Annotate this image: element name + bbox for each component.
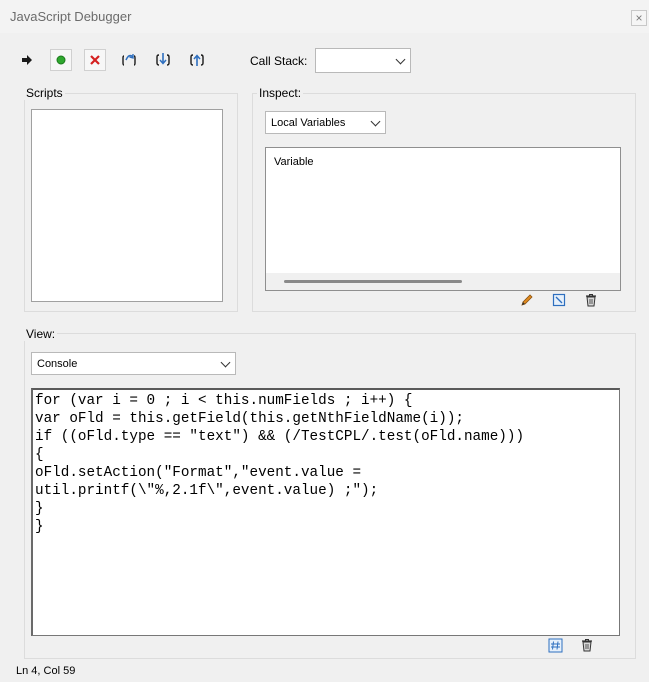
inspect-label: Inspect: (257, 86, 304, 100)
scripts-list[interactable] (31, 109, 223, 302)
arrow-right-icon (22, 55, 32, 65)
delete-button[interactable] (583, 292, 599, 308)
status-bar-text: Ln 4, Col 59 (16, 665, 76, 677)
chevron-down-icon (220, 357, 231, 367)
quit-button[interactable] (84, 49, 106, 71)
line-number-button[interactable] (547, 637, 563, 653)
console-editor[interactable]: for (var i = 0 ; i < this.numFields ; i+… (31, 388, 620, 636)
step-into-icon (156, 53, 170, 66)
delete-trash-icon (586, 294, 596, 307)
variables-list[interactable]: Variable (265, 147, 621, 291)
red-x-icon (90, 55, 100, 65)
new-watch-button[interactable] (551, 292, 567, 308)
new-watch-icon (552, 293, 566, 307)
edit-pencil-icon (521, 294, 533, 306)
interrupt-button[interactable] (50, 49, 72, 71)
call-stack-label: Call Stack: (250, 54, 308, 68)
chevron-down-icon (395, 54, 406, 64)
console-code[interactable]: for (var i = 0 ; i < this.numFields ; i+… (35, 392, 619, 536)
close-button[interactable]: × (631, 10, 647, 26)
clear-console-button[interactable] (579, 637, 595, 653)
inspect-dropdown[interactable]: Local Variables (265, 111, 386, 134)
call-stack-dropdown[interactable] (315, 48, 411, 73)
step-out-button[interactable] (186, 49, 208, 71)
chevron-down-icon (370, 116, 381, 126)
resume-button[interactable] (16, 49, 38, 71)
inspect-dropdown-value: Local Variables (271, 116, 346, 129)
variable-column-header: Variable (274, 156, 314, 168)
step-over-button[interactable] (118, 49, 140, 71)
horizontal-scrollbar[interactable] (266, 273, 620, 290)
view-dropdown[interactable]: Console (31, 352, 236, 375)
scripts-label: Scripts (24, 86, 65, 100)
green-dot-icon (56, 55, 66, 65)
scrollbar-thumb[interactable] (284, 280, 462, 283)
line-number-icon (548, 638, 562, 652)
clear-trash-icon (582, 639, 592, 652)
step-out-icon (190, 54, 204, 66)
step-into-button[interactable] (152, 49, 174, 71)
window-title: JavaScript Debugger (10, 9, 132, 24)
step-over-icon (122, 54, 136, 66)
view-label: View: (24, 327, 58, 341)
view-dropdown-value: Console (37, 357, 78, 370)
edit-button[interactable] (519, 292, 535, 308)
